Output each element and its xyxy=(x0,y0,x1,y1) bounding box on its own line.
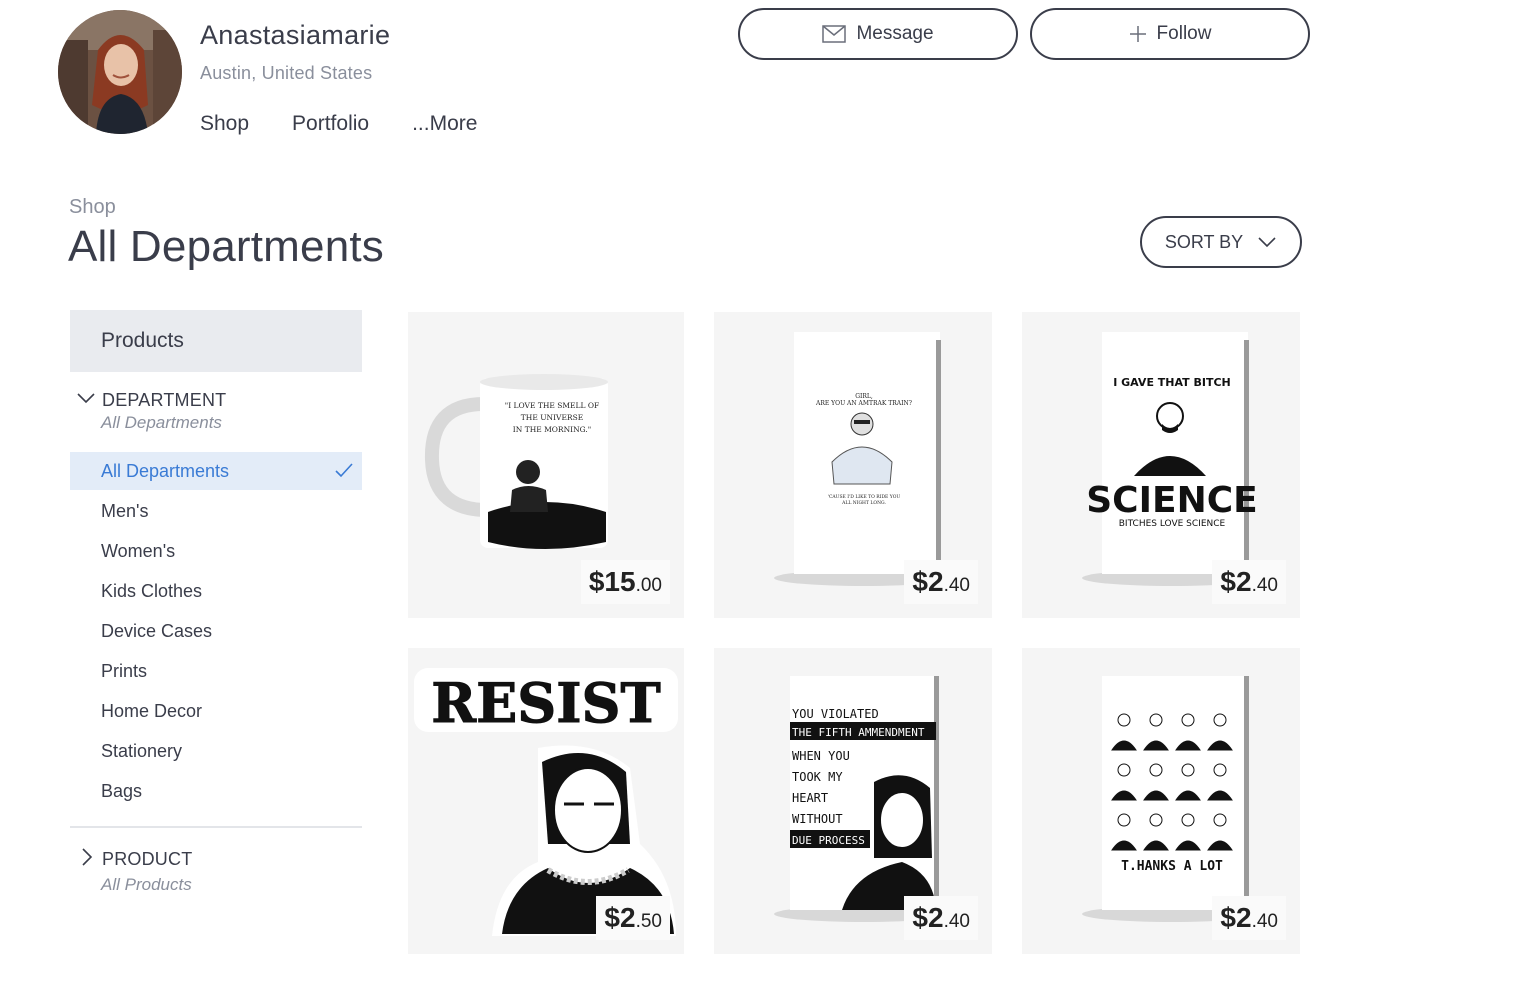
fifth-art-line-4: TOOK MY xyxy=(792,770,843,784)
price-tag: $15 .00 xyxy=(580,560,670,604)
price-tag: $2 .50 xyxy=(596,896,670,940)
chevron-right-icon xyxy=(76,846,96,873)
artist-location: Austin, United States xyxy=(200,63,373,83)
mug-art-line-1: "I LOVE THE SMELL OF xyxy=(505,401,599,410)
department-list: All Departments Men's Women's Kids Cloth… xyxy=(70,452,362,812)
artist-nav: Shop Portfolio ...More xyxy=(200,112,520,136)
nav-shop[interactable]: Shop xyxy=(200,112,249,136)
follow-button[interactable]: Follow xyxy=(1030,8,1310,60)
department-item-prints[interactable]: Prints xyxy=(70,652,362,690)
department-item-home-decor[interactable]: Home Decor xyxy=(70,692,362,730)
thanks-art-text: T.HANKS A LOT xyxy=(1121,859,1223,874)
product-card-amtrak-greeting[interactable]: GIRL, ARE YOU AN AMTRAK TRAIN? 'CAUSE I'… xyxy=(714,312,992,618)
department-facet[interactable]: DEPARTMENT All Departments xyxy=(76,390,226,433)
product-card-mug[interactable]: "I LOVE THE SMELL OF THE UNIVERSE IN THE… xyxy=(408,312,684,618)
science-art-line-1: I GAVE THAT BITCH xyxy=(1113,376,1231,389)
department-item-bags[interactable]: Bags xyxy=(70,772,362,810)
card-art-line-2: ARE YOU AN AMTRAK TRAIN? xyxy=(815,400,912,407)
department-facet-selected: All Departments xyxy=(101,413,222,432)
follow-label: Follow xyxy=(1156,23,1212,44)
department-item-label: Bags xyxy=(101,780,143,801)
product-card-fifth-amendment-greeting[interactable]: YOU VIOLATED THE FIFTH AMMENDMENT WHEN Y… xyxy=(714,648,992,954)
sort-by-button[interactable]: SORT BY xyxy=(1140,216,1302,268)
department-facet-title: DEPARTMENT xyxy=(102,390,227,410)
resist-art-text: RESIST xyxy=(431,671,660,735)
sidebar-divider xyxy=(70,826,362,828)
department-item-label: Stationery xyxy=(101,740,183,761)
science-art-line-3: BITCHES LOVE SCIENCE xyxy=(1119,519,1226,529)
price-dollars: $2 xyxy=(912,566,944,597)
department-item-label: Women's xyxy=(101,540,176,561)
message-label: Message xyxy=(856,23,934,44)
price-cents: .40 xyxy=(1251,575,1278,596)
department-item-label: Home Decor xyxy=(101,700,203,721)
price-dollars: $2 xyxy=(604,902,636,933)
price-dollars: $2 xyxy=(912,902,944,933)
department-item-stationery[interactable]: Stationery xyxy=(70,732,362,770)
department-item-label: Men's xyxy=(101,500,149,521)
department-item-label: Prints xyxy=(101,660,148,681)
fifth-art-line-1: YOU VIOLATED xyxy=(792,707,879,721)
price-cents: .00 xyxy=(635,575,662,596)
mug-art-line-2: THE UNIVERSE xyxy=(521,413,583,422)
price-tag: $2 .40 xyxy=(1212,896,1286,940)
product-facet[interactable]: PRODUCT All Products xyxy=(76,846,192,895)
fifth-art-line-7: DUE PROCESS xyxy=(792,834,865,847)
price-tag: $2 .40 xyxy=(904,560,978,604)
department-item-kids-clothes[interactable]: Kids Clothes xyxy=(70,572,362,610)
card-art-line-1: GIRL, xyxy=(855,393,873,400)
fifth-art-line-5: HEART xyxy=(792,791,828,805)
nav-more[interactable]: ...More xyxy=(412,112,477,136)
department-item-all[interactable]: All Departments xyxy=(70,452,362,490)
price-tag: $2 .40 xyxy=(1212,560,1286,604)
artist-name: Anastasiamarie xyxy=(200,20,391,50)
breadcrumb[interactable]: Shop xyxy=(69,196,116,219)
page-title: All Departments xyxy=(68,222,385,271)
sort-label: SORT BY xyxy=(1164,231,1244,252)
chevron-down-icon xyxy=(1257,236,1277,248)
department-item-label: Kids Clothes xyxy=(101,580,203,601)
price-cents: .50 xyxy=(635,911,662,932)
department-item-womens[interactable]: Women's xyxy=(70,532,362,570)
artist-avatar[interactable] xyxy=(58,10,182,134)
message-button[interactable]: Message xyxy=(738,8,1018,60)
price-dollars: $2 xyxy=(1220,566,1252,597)
department-item-label: Device Cases xyxy=(101,620,213,641)
fifth-art-line-6: WITHOUT xyxy=(792,812,843,826)
mug-art-line-3: IN THE MORNING." xyxy=(513,425,591,434)
price-cents: .40 xyxy=(1251,911,1278,932)
price-dollars: $15 xyxy=(588,566,636,597)
product-facet-title: PRODUCT xyxy=(102,849,193,869)
price-tag: $2 .40 xyxy=(904,896,978,940)
price-cents: .40 xyxy=(943,911,970,932)
fifth-art-line-2: THE FIFTH AMMENDMENT xyxy=(792,726,925,739)
checkmark-icon xyxy=(334,462,354,483)
sidebar-header: Products xyxy=(70,310,362,372)
chevron-down-icon xyxy=(76,391,96,410)
card-art-line-3: 'CAUSE I'D LIKE TO RIDE YOU xyxy=(828,494,901,500)
price-cents: .40 xyxy=(943,575,970,596)
price-dollars: $2 xyxy=(1220,902,1252,933)
plus-icon xyxy=(1129,25,1147,43)
product-card-thanks-greeting[interactable]: T.HANKS A LOT $2 .40 xyxy=(1022,648,1300,954)
department-item-device-cases[interactable]: Device Cases xyxy=(70,612,362,650)
department-item-mens[interactable]: Men's xyxy=(70,492,362,530)
department-item-label: All Departments xyxy=(101,460,230,481)
card-art-line-4: ALL NIGHT LONG. xyxy=(841,500,886,506)
nav-portfolio[interactable]: Portfolio xyxy=(292,112,369,136)
science-art-line-2: SCIENCE xyxy=(1086,480,1257,521)
product-card-science-greeting[interactable]: I GAVE THAT BITCH SCIENCE BITCHES LOVE S… xyxy=(1022,312,1300,618)
product-facet-selected: All Products xyxy=(101,875,192,894)
product-card-resist-sticker[interactable]: RESIST $2 .50 xyxy=(408,648,684,954)
envelope-icon xyxy=(822,25,847,43)
fifth-art-line-3: WHEN YOU xyxy=(792,749,850,763)
